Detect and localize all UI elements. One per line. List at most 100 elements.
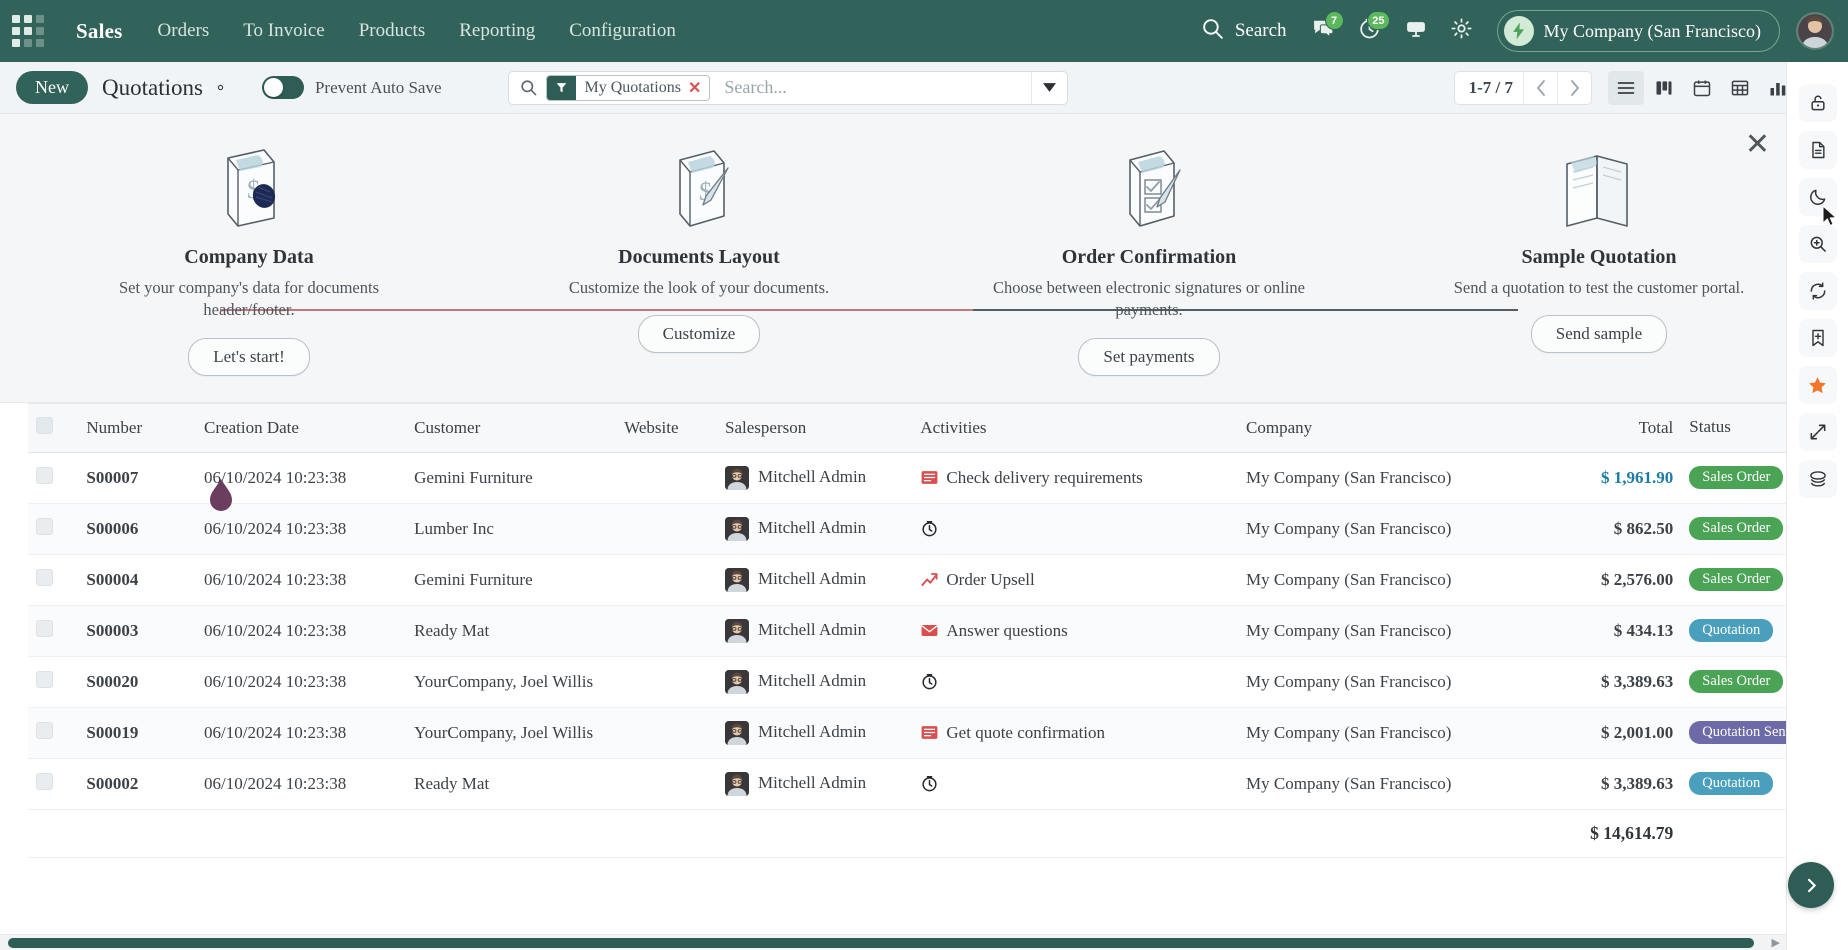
bookmark-plus-icon[interactable] xyxy=(1798,319,1837,357)
activities-button[interactable]: 25 xyxy=(1347,8,1393,54)
scrollbar-right-arrow[interactable]: ▶ xyxy=(1772,936,1780,949)
row-select-cell[interactable] xyxy=(28,452,79,504)
right-tool-rail xyxy=(1786,62,1848,950)
column-header-creation-date[interactable]: Creation Date xyxy=(196,402,407,453)
horizontal-scrollbar[interactable]: ▶ xyxy=(0,934,1786,950)
search-view[interactable]: My Quotations ✕ xyxy=(507,70,1068,105)
chart-up-red-icon[interactable] xyxy=(920,570,939,589)
column-header-salesperson[interactable]: Salesperson xyxy=(717,402,913,453)
cell-activities[interactable] xyxy=(912,758,1239,810)
column-header-total[interactable]: Total xyxy=(1555,402,1682,453)
row-checkbox[interactable] xyxy=(36,466,53,484)
pager-next-button[interactable] xyxy=(1557,71,1591,104)
printer-button[interactable] xyxy=(1393,8,1439,54)
salesperson-name: Mitchell Admin xyxy=(758,670,867,690)
global-search-button[interactable]: Search xyxy=(1186,16,1301,47)
cell-total: $ 3,389.63 xyxy=(1555,656,1682,708)
pager-previous-button[interactable] xyxy=(1523,71,1557,104)
clock-icon[interactable] xyxy=(920,774,939,793)
pager-value[interactable]: 1-7 / 7 xyxy=(1469,78,1523,98)
table-row[interactable]: S00006 06/10/2024 10:23:38 Lumber Inc Mitch… xyxy=(28,503,1820,555)
column-header-website[interactable]: Website xyxy=(616,402,718,453)
cell-activities[interactable]: Answer questions xyxy=(912,605,1239,657)
search-input[interactable] xyxy=(710,71,1031,104)
nav-menu-orders[interactable]: Orders xyxy=(141,0,227,62)
row-select-cell[interactable] xyxy=(28,707,79,759)
company-selector[interactable]: My Company (San Francisco) xyxy=(1496,10,1780,52)
row-checkbox[interactable] xyxy=(36,670,53,688)
table-header: Number Creation Date Customer Website Sa… xyxy=(28,402,1820,453)
refresh-icon[interactable] xyxy=(1798,272,1837,310)
nav-menu-reporting[interactable]: Reporting xyxy=(442,0,552,62)
table-row[interactable]: S00007 06/10/2024 10:23:38 Gemini Furnitur… xyxy=(28,452,1820,504)
view-switch-kanban[interactable] xyxy=(1646,71,1682,105)
new-record-button[interactable]: New xyxy=(16,71,88,104)
star-icon[interactable] xyxy=(1798,366,1837,404)
scrollbar-thumb[interactable] xyxy=(8,937,1754,948)
toggle-switch[interactable] xyxy=(261,76,304,99)
column-header-number[interactable]: Number xyxy=(78,402,197,453)
moon-icon[interactable] xyxy=(1798,178,1837,216)
summary-spacer xyxy=(28,808,1556,858)
layers-icon[interactable] xyxy=(1798,460,1837,498)
row-select-cell[interactable] xyxy=(28,758,79,810)
set-payments-button[interactable]: Set payments xyxy=(1078,337,1220,376)
cell-activities[interactable] xyxy=(912,656,1239,708)
row-select-cell[interactable] xyxy=(28,554,79,606)
column-header-company[interactable]: Company xyxy=(1238,402,1556,453)
column-header-activities[interactable]: Activities xyxy=(912,402,1239,453)
view-settings-gear-icon[interactable] xyxy=(212,79,229,96)
expand-icon[interactable] xyxy=(1798,413,1837,451)
row-select-cell[interactable] xyxy=(28,605,79,657)
list-red-icon[interactable] xyxy=(920,723,939,742)
table-row[interactable]: S00004 06/10/2024 10:23:38 Gemini Furnitur… xyxy=(28,554,1820,606)
cell-activities[interactable]: Order Upsell xyxy=(912,554,1239,606)
messages-button[interactable]: 7 xyxy=(1301,8,1347,54)
table-row[interactable]: S00020 06/10/2024 10:23:38 YourCompany, Jo… xyxy=(28,656,1820,708)
cell-activities[interactable]: Get quote confirmation xyxy=(912,707,1239,759)
view-switch-list[interactable] xyxy=(1608,70,1644,105)
cell-activities[interactable]: Check delivery requirements xyxy=(912,452,1239,504)
lets-start-button[interactable]: Let's start! xyxy=(188,337,310,376)
search-facet-my-quotations[interactable]: My Quotations ✕ xyxy=(545,74,711,101)
facet-remove-icon[interactable]: ✕ xyxy=(688,78,709,98)
customize-button[interactable]: Customize xyxy=(637,315,761,354)
row-checkbox[interactable] xyxy=(36,619,53,637)
expand-panel-button[interactable] xyxy=(1788,862,1834,908)
table-row[interactable]: S00019 06/10/2024 10:23:38 YourCompany, Jo… xyxy=(28,707,1820,759)
select-all-header[interactable] xyxy=(28,402,79,453)
settings-button[interactable] xyxy=(1439,8,1485,54)
row-checkbox[interactable] xyxy=(36,772,53,790)
nav-brand-sales[interactable]: Sales xyxy=(58,19,141,44)
row-select-cell[interactable] xyxy=(28,656,79,708)
column-header-customer[interactable]: Customer xyxy=(406,402,617,453)
table-row[interactable]: S00002 06/10/2024 10:23:38 Ready Mat Mitche… xyxy=(28,758,1820,810)
unlock-icon[interactable] xyxy=(1798,84,1837,122)
table-row[interactable]: S00003 06/10/2024 10:23:38 Ready Mat Mitche… xyxy=(28,605,1820,657)
breadcrumb: Quotations xyxy=(102,75,229,101)
envelope-red-icon[interactable] xyxy=(920,621,939,640)
nav-menu-configuration[interactable]: Configuration xyxy=(552,0,693,62)
row-checkbox[interactable] xyxy=(36,568,53,586)
list-red-icon[interactable] xyxy=(920,468,939,487)
row-select-cell[interactable] xyxy=(28,503,79,555)
prevent-auto-save-toggle[interactable]: Prevent Auto Save xyxy=(261,76,442,99)
row-checkbox[interactable] xyxy=(36,721,53,739)
clock-icon[interactable] xyxy=(920,672,939,691)
send-sample-button[interactable]: Send sample xyxy=(1530,315,1668,354)
cell-activities[interactable] xyxy=(912,503,1239,555)
apps-grid-icon[interactable] xyxy=(8,11,48,51)
view-switch-pivot[interactable] xyxy=(1722,71,1758,105)
cell-website xyxy=(616,758,718,810)
search-dropdown-toggle[interactable] xyxy=(1030,71,1067,104)
clock-icon[interactable] xyxy=(920,519,939,538)
nav-menu-to-invoice[interactable]: To Invoice xyxy=(226,0,342,62)
row-checkbox[interactable] xyxy=(36,517,53,535)
nav-menu-products[interactable]: Products xyxy=(342,0,443,62)
user-avatar[interactable] xyxy=(1796,12,1834,50)
document-icon[interactable] xyxy=(1798,131,1837,169)
select-all-checkbox[interactable] xyxy=(36,416,53,434)
cell-company: My Company (San Francisco) xyxy=(1238,503,1556,555)
view-switch-calendar[interactable] xyxy=(1684,71,1720,105)
zoom-in-icon[interactable] xyxy=(1798,225,1837,263)
